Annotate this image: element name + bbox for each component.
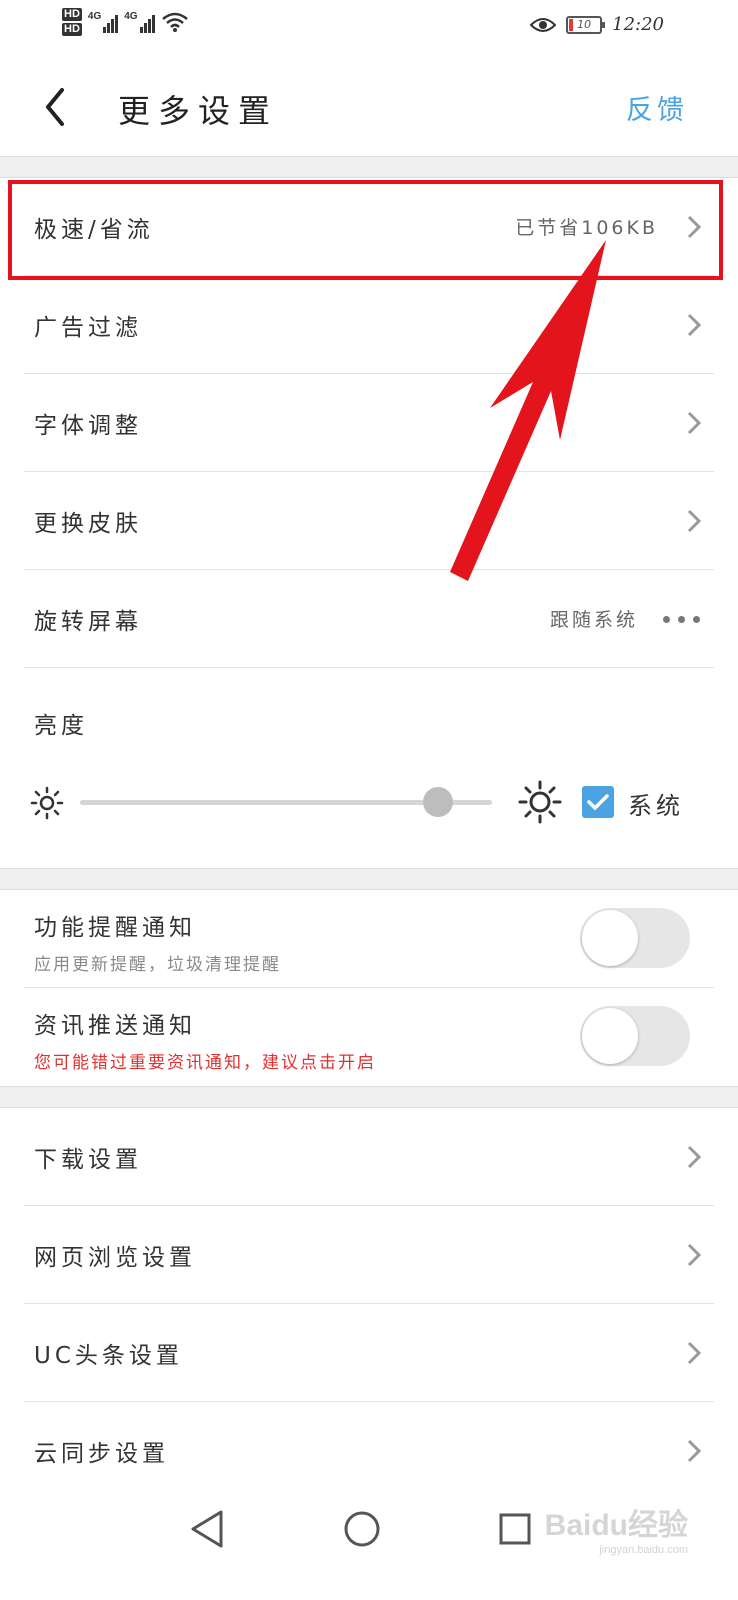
brightness-title: 亮度 bbox=[34, 713, 88, 739]
battery-level: 10 bbox=[577, 18, 592, 31]
feature-notification-toggle[interactable] bbox=[580, 908, 690, 968]
settings-row-uc-headlines[interactable]: UC头条设置 bbox=[0, 1304, 738, 1402]
sim1-hd-badge: HD bbox=[62, 8, 82, 21]
clock: 12:20 bbox=[612, 14, 664, 35]
status-left: HD HD 4G 4G bbox=[62, 8, 189, 36]
status-bar: HD HD 4G 4G 10 12:20 bbox=[0, 0, 738, 60]
settings-row-font-size[interactable]: 字体调整 bbox=[0, 374, 738, 472]
settings-row-label: 字体调整 bbox=[34, 413, 142, 439]
chevron-right-icon bbox=[687, 1439, 702, 1463]
news-notification-toggle[interactable] bbox=[580, 1006, 690, 1066]
watermark: Baidu经验 jingyan.baidu.com bbox=[545, 1500, 688, 1556]
settings-row-label: 旋转屏幕 bbox=[34, 609, 142, 635]
home-circle-icon[interactable] bbox=[337, 1504, 387, 1554]
brightness-slider[interactable] bbox=[80, 787, 492, 817]
net2-label: 4G bbox=[124, 11, 138, 22]
sim-badges: HD HD bbox=[62, 8, 82, 36]
feedback-button[interactable]: 反馈 bbox=[626, 88, 688, 127]
signal-icon: 4G bbox=[87, 11, 119, 33]
recents-square-icon[interactable] bbox=[490, 1504, 540, 1554]
checkmark-icon bbox=[587, 794, 609, 811]
notification-row-feature: 功能提醒通知 应用更新提醒，垃圾清理提醒 bbox=[0, 890, 738, 988]
app-header: 更多设置 反馈 bbox=[0, 60, 738, 156]
chevron-right-icon bbox=[687, 1145, 702, 1169]
settings-row-ad-filter[interactable]: 广告过滤 bbox=[0, 276, 738, 374]
settings-row-label: UC头条设置 bbox=[34, 1343, 183, 1369]
battery-icon: 10 bbox=[566, 15, 606, 34]
chevron-right-icon bbox=[687, 411, 702, 435]
page-title: 更多设置 bbox=[118, 92, 279, 130]
settings-row-download[interactable]: 下载设置 bbox=[0, 1108, 738, 1206]
divider bbox=[24, 667, 714, 668]
section-separator bbox=[0, 868, 738, 890]
settings-row-label: 云同步设置 bbox=[34, 1441, 169, 1467]
settings-row-web-browsing[interactable]: 网页浏览设置 bbox=[0, 1206, 738, 1304]
toggle-knob bbox=[582, 910, 638, 966]
settings-row-speed-save[interactable]: 极速/省流 已节省106KB bbox=[0, 178, 738, 276]
settings-row-label: 广告过滤 bbox=[34, 315, 142, 341]
chevron-right-icon bbox=[687, 1341, 702, 1365]
follow-system-checkbox[interactable] bbox=[582, 786, 614, 818]
sim2-hd-badge: HD bbox=[62, 23, 82, 36]
sun-small-icon bbox=[30, 786, 64, 820]
watermark-logo: Baidu经验 bbox=[544, 1509, 688, 1542]
section-separator bbox=[0, 1086, 738, 1108]
settings-row-rotate-screen[interactable]: 旋转屏幕 跟随系统 bbox=[0, 570, 738, 668]
chevron-right-icon bbox=[687, 509, 702, 533]
notification-subtitle: 应用更新提醒，垃圾清理提醒 bbox=[34, 955, 281, 975]
settings-row-skin[interactable]: 更换皮肤 bbox=[0, 472, 738, 570]
sun-large-icon bbox=[518, 780, 562, 824]
settings-row-label: 网页浏览设置 bbox=[34, 1245, 196, 1271]
notification-warning: 您可能错过重要资讯通知，建议点击开启 bbox=[34, 1053, 376, 1073]
notification-title: 功能提醒通知 bbox=[34, 915, 196, 941]
net1-label: 4G bbox=[87, 11, 102, 22]
chevron-right-icon bbox=[687, 215, 702, 239]
more-dots-icon bbox=[663, 616, 700, 623]
chevron-left-icon[interactable] bbox=[38, 82, 78, 132]
wifi-icon bbox=[161, 12, 188, 32]
rotate-value: 跟随系统 bbox=[549, 609, 638, 631]
back-triangle-icon[interactable] bbox=[183, 1504, 233, 1554]
signal-icon: 4G bbox=[124, 11, 155, 33]
settings-row-label: 下载设置 bbox=[34, 1147, 142, 1173]
status-right: 10 12:20 bbox=[530, 14, 664, 35]
watermark-url: jingyan.baidu.com bbox=[599, 1544, 688, 1556]
chevron-right-icon bbox=[687, 1243, 702, 1267]
brightness-slider-thumb[interactable] bbox=[423, 787, 454, 817]
data-saved-value: 已节省106KB bbox=[515, 217, 658, 239]
settings-row-label: 极速/省流 bbox=[34, 217, 154, 243]
toggle-knob bbox=[582, 1008, 638, 1064]
follow-system-label: 系统 bbox=[628, 792, 684, 820]
notification-title: 资讯推送通知 bbox=[34, 1013, 196, 1039]
notification-row-news: 资讯推送通知 您可能错过重要资讯通知，建议点击开启 bbox=[0, 988, 738, 1086]
section-separator bbox=[0, 156, 738, 178]
settings-row-label: 更换皮肤 bbox=[34, 511, 142, 537]
eye-icon bbox=[530, 17, 557, 32]
chevron-right-icon bbox=[687, 313, 702, 337]
